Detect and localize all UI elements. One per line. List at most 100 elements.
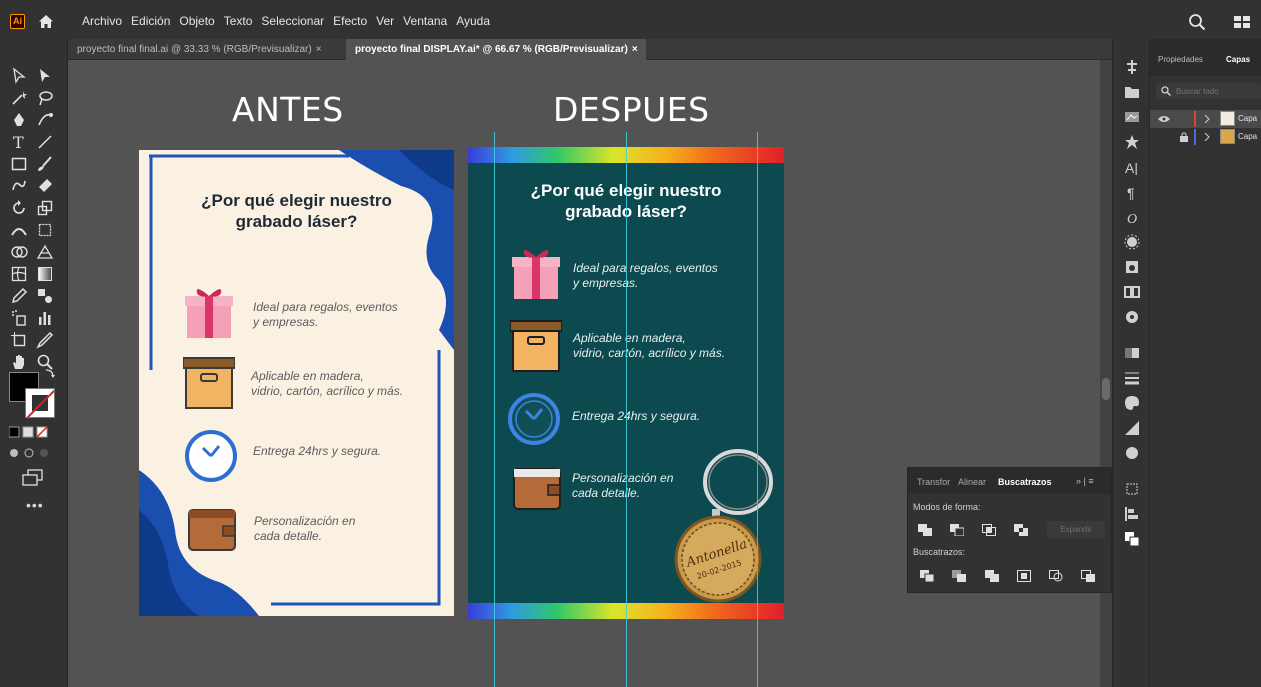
shaper-tool-icon[interactable] xyxy=(10,177,28,195)
appearance-icon[interactable] xyxy=(1124,234,1140,250)
rotate-tool-icon[interactable] xyxy=(10,199,28,217)
curvature-tool-icon[interactable] xyxy=(36,111,54,129)
opentype-icon[interactable]: O xyxy=(1124,209,1140,225)
links-icon[interactable] xyxy=(1124,284,1140,300)
guide-line[interactable] xyxy=(757,132,758,687)
eraser-icon[interactable] xyxy=(36,177,54,195)
outline-icon[interactable] xyxy=(1049,570,1063,582)
lock-icon[interactable] xyxy=(1180,132,1188,142)
layers-search-input[interactable] xyxy=(1176,84,1256,98)
close-icon[interactable]: × xyxy=(316,44,322,55)
eyedropper-icon[interactable] xyxy=(10,287,28,305)
menu-seleccionar[interactable]: Seleccionar xyxy=(261,14,324,28)
tab-pathfinder[interactable]: Buscatrazos xyxy=(993,468,1057,494)
home-icon[interactable] xyxy=(38,14,54,29)
workspace-switcher-icon[interactable] xyxy=(1234,16,1250,28)
layer-row[interactable]: Capa xyxy=(1150,110,1261,128)
divide-icon[interactable] xyxy=(920,570,934,582)
stroke-swatch[interactable] xyxy=(25,388,55,418)
chevron-right-icon[interactable] xyxy=(1204,115,1210,123)
blend-tool-icon[interactable] xyxy=(36,287,54,305)
menu-ver[interactable]: Ver xyxy=(376,14,394,28)
search-icon[interactable] xyxy=(1188,13,1206,31)
intersect-icon[interactable] xyxy=(982,524,996,536)
free-transform-icon[interactable] xyxy=(36,221,54,239)
swatches-icon[interactable] xyxy=(1124,445,1140,461)
align-icon[interactable] xyxy=(1124,506,1140,522)
before-flyer[interactable]: ¿Por qué elegir nuestro grabado láser? I… xyxy=(139,150,454,616)
expand-button[interactable]: Expandir xyxy=(1047,521,1105,538)
menu-edicion[interactable]: Edición xyxy=(131,14,170,28)
libraries-icon[interactable] xyxy=(1124,84,1140,100)
merge-icon[interactable] xyxy=(985,570,999,582)
slice-tool-icon[interactable] xyxy=(36,331,54,349)
tab-layers[interactable]: Capas xyxy=(1226,55,1250,64)
shape-builder-icon[interactable] xyxy=(10,243,28,261)
edit-toolbar-icon[interactable]: ••• xyxy=(26,497,44,513)
color-mode-icons[interactable] xyxy=(9,426,61,438)
tab-proyecto-final-display[interactable]: proyecto final DISPLAY.ai* @ 66.67 % (RG… xyxy=(346,39,646,60)
column-graph-icon[interactable] xyxy=(36,309,54,327)
menu-ayuda[interactable]: Ayuda xyxy=(456,14,490,28)
tab-proyecto-final-final[interactable]: proyecto final final.ai @ 33.33 % (RGB/P… xyxy=(68,39,346,60)
pathfinder-icon[interactable] xyxy=(1124,531,1140,547)
menu-texto[interactable]: Texto xyxy=(224,14,253,28)
layer-row[interactable]: Capa xyxy=(1150,128,1261,146)
gradient-tool-icon[interactable] xyxy=(36,265,54,283)
type-tool-icon[interactable]: T xyxy=(10,133,28,151)
minus-back-icon[interactable] xyxy=(1081,570,1095,582)
character-icon[interactable]: A| xyxy=(1124,159,1140,175)
chevron-right-icon[interactable] xyxy=(1204,133,1210,141)
app-logo[interactable]: Ai xyxy=(10,14,25,29)
exclude-icon[interactable] xyxy=(1014,524,1028,536)
tab-properties[interactable]: Propiedades xyxy=(1158,55,1203,64)
unite-icon[interactable] xyxy=(918,524,932,536)
minus-front-icon[interactable] xyxy=(950,524,964,536)
drawing-mode-icons[interactable] xyxy=(9,447,61,459)
panel-menu-icon[interactable]: » | ≡ xyxy=(1076,476,1094,486)
menu-archivo[interactable]: Archivo xyxy=(82,14,122,28)
clock-icon xyxy=(185,430,237,482)
hand-tool-icon[interactable] xyxy=(10,353,28,371)
guide-line[interactable] xyxy=(626,132,627,687)
asset-export-icon[interactable] xyxy=(1124,259,1140,275)
tab-transform[interactable]: Transfor xyxy=(917,477,950,487)
scale-tool-icon[interactable] xyxy=(36,199,54,217)
swap-colors-icon[interactable] xyxy=(44,367,56,379)
selection-tool-icon[interactable] xyxy=(10,67,28,85)
close-icon[interactable]: × xyxy=(632,44,638,55)
lasso-icon[interactable] xyxy=(36,89,54,107)
transform-icon[interactable] xyxy=(1124,481,1140,497)
paintbrush-icon[interactable] xyxy=(36,155,54,173)
stroke-icon[interactable] xyxy=(1124,370,1140,386)
gradient-icon[interactable] xyxy=(1124,420,1140,436)
scrollbar-thumb[interactable] xyxy=(1102,378,1110,400)
crop-icon[interactable] xyxy=(1017,570,1031,582)
direct-selection-tool-icon[interactable] xyxy=(36,67,54,85)
svg-text:T: T xyxy=(13,133,24,151)
rectangle-tool-icon[interactable] xyxy=(10,155,28,173)
guide-line[interactable] xyxy=(494,132,495,687)
paragraph-icon[interactable]: ¶ xyxy=(1124,184,1140,200)
menu-objeto[interactable]: Objeto xyxy=(179,14,214,28)
symbol-sprayer-icon[interactable] xyxy=(10,309,28,327)
width-tool-icon[interactable] xyxy=(10,221,28,239)
menu-ventana[interactable]: Ventana xyxy=(403,14,447,28)
tab-align[interactable]: Alinear xyxy=(958,477,986,487)
trim-icon[interactable] xyxy=(952,570,966,582)
symbols-icon[interactable] xyxy=(1124,134,1140,150)
color-guide-icon[interactable] xyxy=(1124,309,1140,325)
magic-wand-icon[interactable] xyxy=(10,89,28,107)
perspective-grid-icon[interactable] xyxy=(36,243,54,261)
eye-icon[interactable] xyxy=(1158,115,1170,123)
artboard-tool-icon[interactable] xyxy=(10,331,28,349)
pen-tool-icon[interactable] xyxy=(10,111,28,129)
screen-mode-icon[interactable] xyxy=(22,469,44,487)
mesh-tool-icon[interactable] xyxy=(10,265,28,283)
color-icon[interactable] xyxy=(1124,395,1140,411)
menu-efecto[interactable]: Efecto xyxy=(333,14,367,28)
line-tool-icon[interactable] xyxy=(36,133,54,151)
transparency-icon[interactable] xyxy=(1124,345,1140,361)
puppet-warp-icon[interactable] xyxy=(1124,59,1140,75)
image-trace-icon[interactable] xyxy=(1124,109,1140,125)
